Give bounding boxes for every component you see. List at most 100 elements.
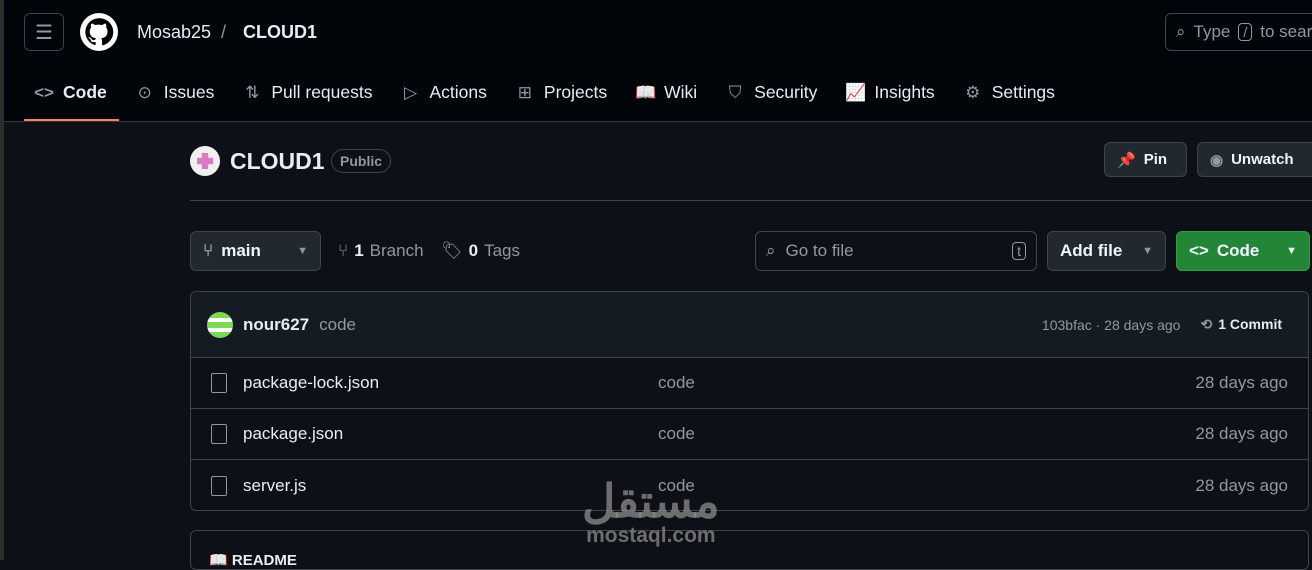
code-icon: <>: [34, 82, 54, 102]
add-file-label: Add file: [1060, 241, 1123, 260]
shortcut-key: t: [1012, 242, 1026, 260]
code-button[interactable]: <> Code ▼: [1176, 231, 1310, 271]
breadcrumb-separator: /: [221, 22, 227, 42]
actions-icon: ▷: [403, 82, 418, 102]
author-avatar: [207, 311, 233, 338]
caret-down-icon: ▼: [1142, 245, 1153, 257]
repo-link[interactable]: CLOUD1: [243, 22, 317, 43]
security-icon: ⛉: [728, 82, 742, 102]
file-table: nour627 code 103bfac · 28 days ago ⟲ 1 Co…: [190, 291, 1309, 511]
caret-down-icon: ▼: [1286, 245, 1297, 257]
file-row: package.json code 28 days ago: [191, 409, 1308, 460]
book-icon: 📖: [209, 552, 228, 569]
tab-security[interactable]: ⛉ Security: [715, 64, 829, 121]
search-prefix: Type: [1193, 22, 1231, 41]
commit-author[interactable]: nour627: [243, 315, 309, 335]
github-logo-icon[interactable]: [80, 13, 118, 51]
add-file-button[interactable]: Add file ▼: [1047, 231, 1166, 271]
tab-label: Issues: [163, 82, 215, 102]
history-icon: ⟲: [1200, 316, 1213, 332]
pin-label: Pin: [1143, 151, 1168, 168]
tab-label: Security: [754, 82, 818, 102]
tags-link[interactable]: 🏷 0 Tags: [441, 241, 520, 261]
branches-count: 1: [354, 241, 364, 260]
repo-avatar: [190, 146, 220, 176]
tab-insights[interactable]: 📈 Insights: [835, 64, 946, 121]
pin-button[interactable]: 📌 Pin: [1104, 142, 1187, 177]
latest-commit-row: nour627 code 103bfac · 28 days ago ⟲ 1 Co…: [191, 292, 1308, 358]
file-name[interactable]: package.json: [243, 424, 343, 444]
tab-label: Code: [63, 82, 107, 102]
file-row: package-lock.json code 28 days ago: [191, 358, 1308, 409]
tab-code[interactable]: <> Code: [24, 64, 119, 121]
tab-projects[interactable]: ⊞ Projects: [505, 64, 619, 121]
branch-select[interactable]: ⑂ main ▼: [190, 231, 321, 271]
projects-icon: ⊞: [517, 82, 533, 102]
tab-label: Wiki: [664, 82, 698, 102]
search-icon: ⌕: [1176, 22, 1186, 41]
file-commit-message[interactable]: code: [658, 373, 695, 393]
tags-count: 0: [468, 241, 479, 260]
code-label: Code: [1216, 241, 1260, 260]
branch-icon: ⑂: [203, 241, 214, 260]
search-shortcut-key: /: [1238, 23, 1253, 41]
tab-label: Pull requests: [271, 82, 373, 102]
tag-icon: 🏷: [441, 241, 463, 260]
file-name[interactable]: package-lock.json: [243, 373, 379, 393]
go-to-file-input[interactable]: ⌕ Go to file t: [755, 231, 1037, 271]
caret-down-icon: ▼: [297, 245, 308, 257]
tab-issues[interactable]: ⊙ Issues: [125, 64, 227, 121]
window-edge: [0, 0, 4, 560]
file-time: 28 days ago: [1195, 424, 1288, 443]
tab-settings[interactable]: ⚙ Settings: [953, 64, 1067, 121]
repo-title[interactable]: CLOUD1: [230, 148, 325, 175]
code-icon: <>: [1189, 241, 1209, 260]
file-icon: [211, 373, 227, 393]
commits-link[interactable]: ⟲ 1 Commit: [1200, 316, 1282, 333]
commit-message[interactable]: code: [319, 315, 356, 335]
wiki-icon: 📖: [635, 82, 657, 102]
tab-pull-requests[interactable]: ⇅ Pull requests: [232, 64, 384, 121]
pull-requests-icon: ⇅: [245, 82, 260, 102]
commits-count: 1 Commit: [1218, 316, 1282, 332]
repo-nav: <> Code ⊙ Issues ⇅ Pull requests ▷ Actions ⊞ Proj…: [24, 64, 1073, 121]
tab-wiki[interactable]: 📖 Wiki: [625, 64, 709, 121]
branch-name: main: [221, 241, 261, 260]
menu-button[interactable]: ☰: [24, 13, 64, 51]
eye-icon: ◉: [1210, 151, 1224, 169]
tab-actions[interactable]: ▷ Actions: [391, 64, 499, 121]
branches-label: Branch: [369, 241, 424, 260]
tab-label: Insights: [874, 82, 935, 102]
file-time: 28 days ago: [1195, 475, 1288, 495]
issues-icon: ⊙: [137, 82, 152, 102]
file-commit-message[interactable]: code: [658, 424, 695, 444]
settings-icon: ⚙: [965, 82, 981, 102]
branches-link[interactable]: ⑂ 1 Branch: [338, 241, 424, 261]
file-icon: [211, 475, 227, 496]
watermark-latin: mostaql.com: [586, 524, 716, 547]
pin-icon: 📌: [1117, 151, 1136, 169]
file-row: server.js code 28 days ago: [191, 460, 1308, 510]
visibility-badge: Public: [331, 149, 392, 173]
tab-label: Projects: [543, 82, 608, 102]
hamburger-icon: ☰: [35, 21, 53, 44]
file-time: 28 days ago: [1195, 373, 1288, 392]
file-icon: [211, 424, 227, 444]
divider: [190, 200, 1312, 201]
tab-label: Settings: [991, 82, 1055, 102]
search-input[interactable]: ⌕ Type / to search: [1165, 13, 1312, 51]
owner-link[interactable]: Mosab25: [137, 22, 211, 43]
search-suffix: to search: [1260, 22, 1312, 41]
tab-label: Actions: [429, 82, 487, 102]
readme-title: README: [231, 552, 297, 569]
unwatch-button[interactable]: ◉ Unwatch: [1197, 142, 1312, 177]
commit-sha-time[interactable]: 103bfac · 28 days ago: [1042, 317, 1181, 333]
file-name[interactable]: server.js: [243, 476, 306, 496]
unwatch-label: Unwatch: [1231, 151, 1294, 168]
readme-panel: 📖 README: [190, 530, 1309, 570]
go-to-file-placeholder: Go to file: [785, 241, 854, 260]
search-icon: ⌕: [766, 241, 776, 260]
branch-icon: ⑂: [338, 241, 349, 260]
watermark-arabic: مستقل: [582, 475, 720, 527]
tags-label: Tags: [484, 241, 520, 260]
